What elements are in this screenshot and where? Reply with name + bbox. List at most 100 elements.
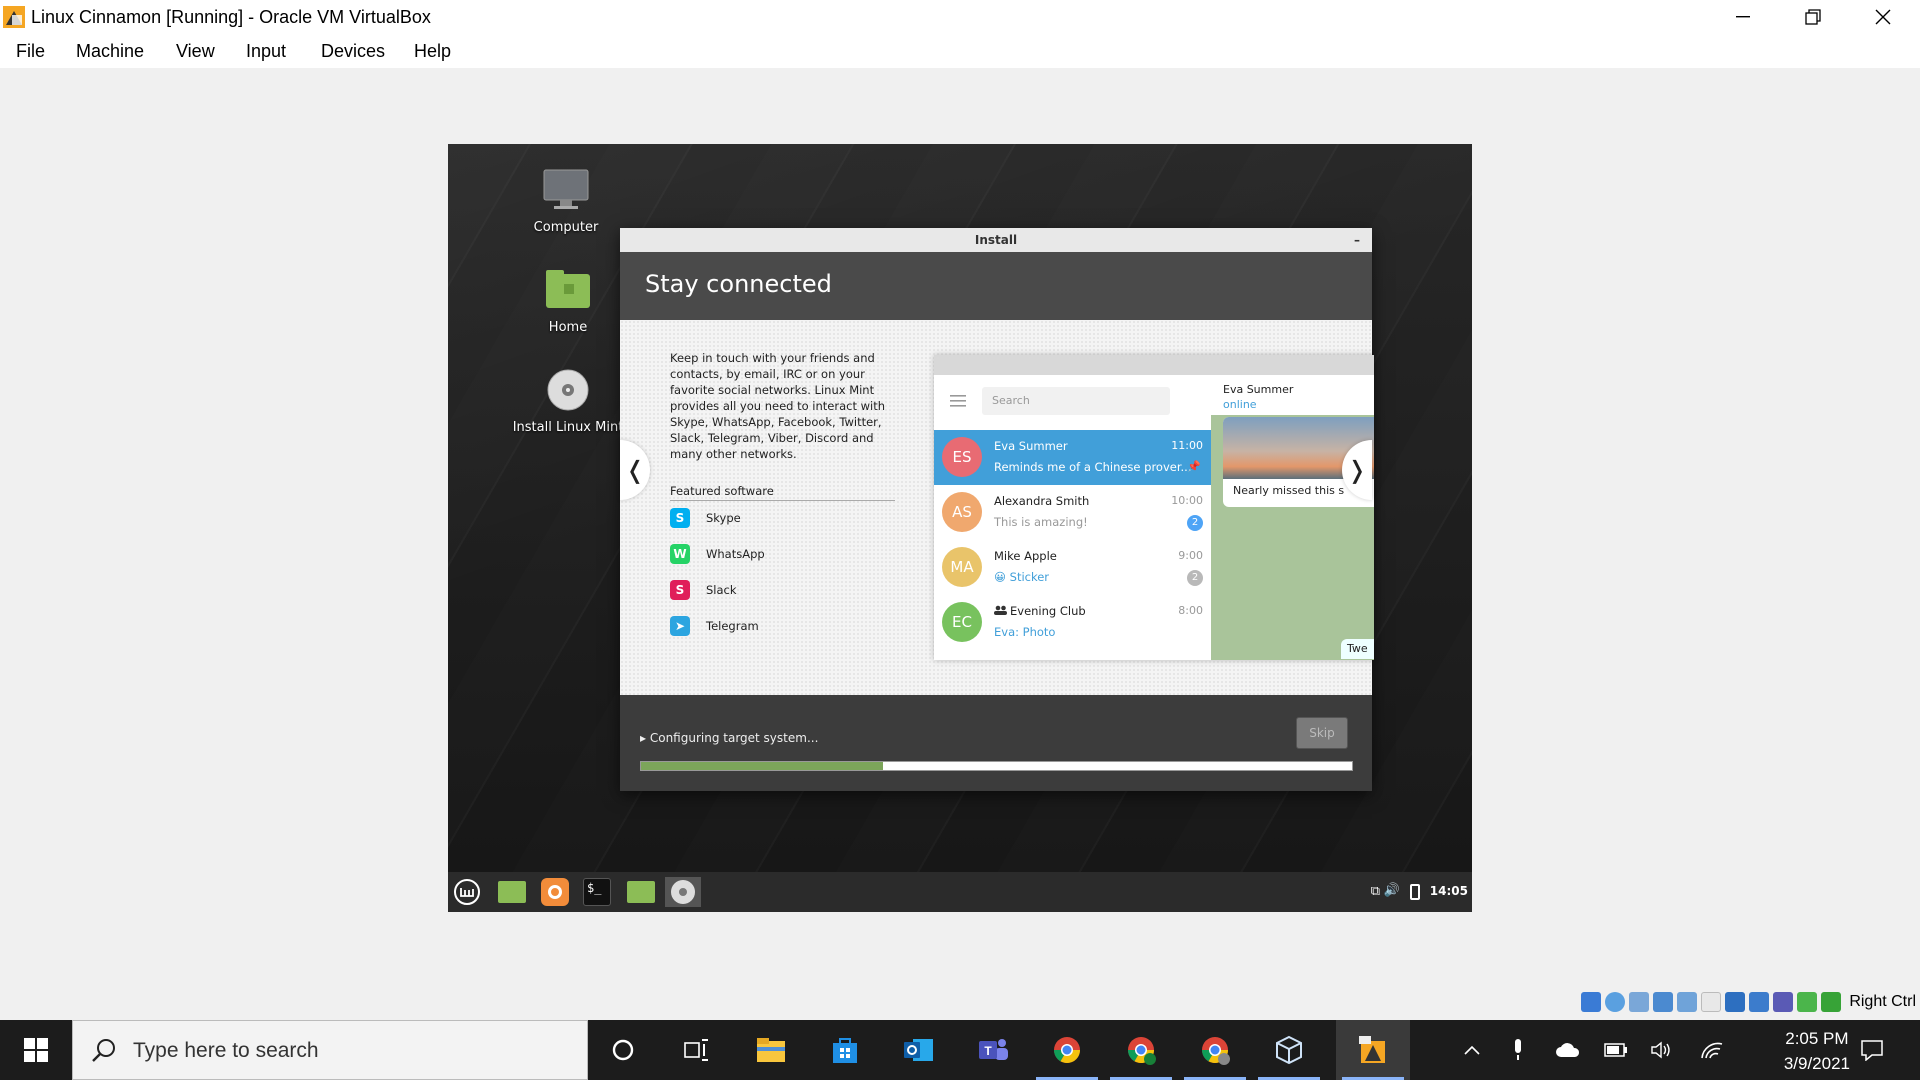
- panel-show-desktop[interactable]: [497, 877, 527, 907]
- virtualbox-manager-taskbar[interactable]: [1252, 1020, 1326, 1080]
- desktop-icon-label: Home: [548, 320, 588, 335]
- panel-terminal[interactable]: $_: [582, 877, 612, 907]
- chrome-taskbar-2[interactable]: [1104, 1020, 1178, 1080]
- show-hidden-icons-button[interactable]: [1456, 1020, 1488, 1080]
- featured-item-slack: S Slack: [670, 579, 737, 601]
- chat-item: AS Alexandra Smith 10:00 This is amazing…: [934, 485, 1211, 540]
- windows-taskbar: Type here to search T 2:05 PM 3/9/2021: [0, 1020, 1920, 1080]
- chat-time: 8:00: [1178, 604, 1203, 617]
- optical-drive-icon[interactable]: [1605, 992, 1626, 1012]
- chat-name: Eva Summer: [994, 439, 1068, 453]
- restore-button[interactable]: [1778, 0, 1848, 34]
- network-icon[interactable]: ⧉: [1371, 884, 1380, 899]
- close-icon: [1875, 9, 1891, 25]
- chat-item: ES Eva Summer 11:00 Reminds me of a Chin…: [934, 430, 1211, 485]
- svg-text:T: T: [984, 1044, 992, 1058]
- panel-files[interactable]: [626, 877, 656, 907]
- desktop-icon-label: Computer: [533, 220, 599, 235]
- telegram-chat-list: Search ES Eva Summer 11:00 Reminds me of…: [934, 375, 1211, 660]
- start-button[interactable]: [0, 1020, 72, 1080]
- display-icon[interactable]: [1725, 992, 1746, 1012]
- minimize-icon: [1736, 16, 1750, 18]
- terminal-icon: $_: [583, 878, 611, 906]
- file-explorer-taskbar[interactable]: [734, 1020, 808, 1080]
- audio-icon[interactable]: [1629, 992, 1650, 1012]
- chat-name: Evening Club: [1010, 604, 1086, 618]
- battery-icon[interactable]: [1410, 884, 1420, 900]
- chevron-up-icon: [1464, 1045, 1480, 1055]
- desktop-icon-install[interactable]: Install Linux Mint: [508, 368, 628, 435]
- menu-view[interactable]: View: [176, 41, 215, 62]
- action-center-button[interactable]: [1852, 1020, 1892, 1080]
- onedrive-tray[interactable]: [1552, 1020, 1584, 1080]
- slide-body: Keep in touch with your friends and cont…: [620, 320, 1374, 695]
- file-explorer-icon: [757, 1038, 785, 1062]
- menu-devices[interactable]: Devices: [321, 41, 385, 62]
- disc-icon: [671, 880, 695, 904]
- featured-software-title: Featured software: [670, 484, 895, 501]
- usb-icon[interactable]: [1677, 992, 1698, 1012]
- featured-item-whatsapp: W WhatsApp: [670, 543, 765, 565]
- cortana-icon: [612, 1039, 634, 1061]
- outlook-taskbar[interactable]: [882, 1020, 956, 1080]
- skip-button[interactable]: Skip: [1296, 717, 1348, 749]
- desktop-icon-label: Install Linux Mint: [512, 420, 624, 435]
- menu-file[interactable]: File: [16, 41, 45, 62]
- dialog-footer: ▸ Configuring target system... Skip: [620, 695, 1372, 791]
- window-title: Linux Cinnamon [Running] - Oracle VM Vir…: [31, 7, 431, 27]
- desktop-icon-home[interactable]: Home: [508, 268, 628, 335]
- chat-message: This is amazing!: [994, 515, 1088, 529]
- unread-badge: 2: [1187, 515, 1203, 531]
- network-adapter-icon[interactable]: [1653, 992, 1674, 1012]
- chrome-profile-icon: [1201, 1037, 1230, 1065]
- battery-tray[interactable]: [1600, 1020, 1632, 1080]
- cortana-button[interactable]: [586, 1020, 660, 1080]
- vm-screen[interactable]: Computer Home Install Linux Mint Install…: [448, 144, 1472, 912]
- teams-icon: T: [979, 1039, 1008, 1060]
- vm-window-taskbar[interactable]: [1336, 1020, 1410, 1080]
- whatsapp-icon: W: [670, 544, 690, 564]
- shared-folders-icon[interactable]: [1701, 992, 1722, 1012]
- microphone-tray[interactable]: [1502, 1020, 1534, 1080]
- avatar: EC: [942, 602, 982, 642]
- prev-slide-button[interactable]: ❬: [620, 440, 650, 500]
- mint-panel: $_ ⧉ 🔊 14:05: [448, 872, 1472, 912]
- teams-taskbar[interactable]: T: [956, 1020, 1030, 1080]
- task-view-button[interactable]: [660, 1020, 734, 1080]
- hard-disk-icon[interactable]: [1581, 992, 1602, 1012]
- store-taskbar[interactable]: [808, 1020, 882, 1080]
- cpu-icon[interactable]: [1773, 992, 1794, 1012]
- unread-badge: 2: [1187, 570, 1203, 586]
- install-status[interactable]: ▸ Configuring target system...: [640, 731, 818, 745]
- volume-icon[interactable]: 🔊: [1384, 883, 1400, 898]
- minimize-button[interactable]: [1708, 0, 1778, 34]
- recording-icon[interactable]: [1749, 992, 1770, 1012]
- hamburger-menu-icon: [950, 395, 966, 407]
- panel-installer-window[interactable]: [665, 877, 701, 907]
- chat-message: Eva: Photo: [994, 625, 1056, 639]
- install-dialog: Install – Stay connected Keep in touch w…: [620, 228, 1374, 791]
- mouse-integration-icon[interactable]: [1797, 992, 1818, 1012]
- menu-help[interactable]: Help: [414, 41, 451, 62]
- menu-machine[interactable]: Machine: [76, 41, 144, 62]
- chrome-taskbar-3[interactable]: [1178, 1020, 1252, 1080]
- virtualbox-app-icon: [3, 6, 25, 28]
- panel-firefox[interactable]: [540, 877, 570, 907]
- chrome-taskbar-1[interactable]: [1030, 1020, 1104, 1080]
- taskbar-search-box[interactable]: Type here to search: [72, 1020, 588, 1080]
- keyboard-capture-icon[interactable]: [1821, 992, 1842, 1012]
- virtualbox-vm-icon: [1359, 1036, 1385, 1063]
- close-button[interactable]: [1848, 0, 1918, 34]
- telegram-search-input: Search: [982, 387, 1170, 415]
- panel-clock[interactable]: 14:05: [1430, 884, 1468, 898]
- avatar: ES: [942, 437, 982, 477]
- mint-menu-button[interactable]: [452, 877, 482, 907]
- microphone-icon: [1515, 1039, 1521, 1060]
- dialog-minimize-button[interactable]: –: [1354, 228, 1360, 252]
- menu-input[interactable]: Input: [246, 41, 286, 62]
- taskbar-clock[interactable]: 2:05 PM 3/9/2021: [1784, 1026, 1850, 1076]
- featured-item-label: Skype: [706, 511, 741, 525]
- wifi-tray[interactable]: [1696, 1020, 1728, 1080]
- desktop-icon-computer[interactable]: Computer: [506, 168, 626, 235]
- volume-tray[interactable]: [1646, 1020, 1678, 1080]
